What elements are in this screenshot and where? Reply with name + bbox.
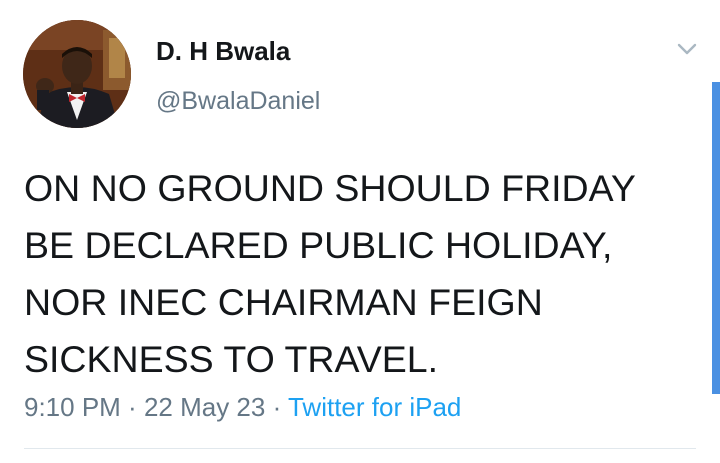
chevron-down-icon [677,43,697,55]
avatar[interactable] [23,20,131,128]
tweet-text-line: ON NO GROUND SHOULD FRIDAY [24,167,636,209]
tweet-text: ON NO GROUND SHOULD FRIDAY BE DECLARED P… [24,160,694,388]
meta-separator: · [265,392,288,422]
tweet-time[interactable]: 9:10 PM [24,392,121,422]
tweet-text-line: SICKNESS TO TRAVEL. [24,338,439,380]
scrollbar[interactable] [712,82,720,394]
tweet-card: D. H Bwala @BwalaDaniel ON NO GROUND SHO… [0,0,720,463]
user-handle[interactable]: @BwalaDaniel [156,86,320,116]
tweet-text-line: NOR INEC CHAIRMAN FEIGN [24,281,543,323]
display-name[interactable]: D. H Bwala [156,36,290,66]
tweet-source-link[interactable]: Twitter for iPad [288,392,461,422]
divider [24,448,696,449]
tweet-metadata: 9:10 PM · 22 May 23 · Twitter for iPad [24,390,461,424]
profile-photo-icon [23,20,131,128]
tweet-date[interactable]: 22 May 23 [144,392,265,422]
tweet-text-line: BE DECLARED PUBLIC HOLIDAY, [24,224,613,266]
tweet-menu-button[interactable] [672,38,702,60]
meta-separator: · [120,392,144,422]
